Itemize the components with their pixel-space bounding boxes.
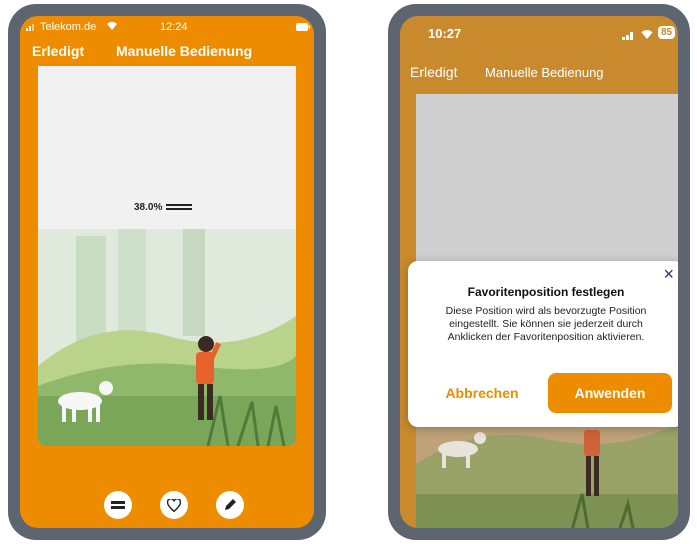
page-title: Manuelle Bedienung (116, 43, 253, 59)
close-icon[interactable]: × (663, 264, 674, 285)
position-label: 38.0% (134, 202, 163, 213)
favorite-dialog: × Favoritenposition festlegen Diese Posi… (408, 261, 678, 427)
position-indicator: 38.0% (134, 202, 193, 213)
status-bar: Telekom.de 12:24 (20, 16, 314, 38)
blind-preview[interactable]: 38.0% (38, 66, 296, 446)
carrier-label: Telekom.de (40, 21, 97, 33)
apply-button[interactable]: Anwenden (548, 373, 672, 413)
heart-icon (167, 498, 181, 512)
right-phone-screen: 10:27 85 Erledigt Manuelle Bedienung × F… (400, 16, 678, 528)
edit-button[interactable] (216, 491, 244, 519)
favorite-button[interactable] (160, 491, 188, 519)
pencil-icon (225, 499, 236, 510)
cancel-button[interactable]: Abbrechen (422, 373, 542, 413)
left-phone-screen: Telekom.de 12:24 Erledigt Manuelle Bedie… (20, 16, 314, 528)
signal-icon (26, 22, 38, 34)
right-phone-frame: 10:27 85 Erledigt Manuelle Bedienung × F… (388, 4, 690, 540)
nav-bar: Erledigt Manuelle Bedienung (20, 38, 314, 64)
drag-handle-icon[interactable] (166, 202, 193, 213)
left-phone-frame: Telekom.de 12:24 Erledigt Manuelle Bedie… (8, 4, 326, 540)
equals-icon (111, 501, 125, 509)
status-bar: 10:27 85 (400, 16, 678, 42)
blind-shade[interactable]: 38.0% (38, 66, 296, 229)
done-button[interactable]: Erledigt (410, 64, 457, 80)
wifi-icon (640, 27, 654, 42)
battery-icon (296, 22, 310, 34)
battery-icon: 85 (658, 26, 676, 39)
nav-bar: Erledigt Manuelle Bedienung (400, 60, 678, 84)
stop-button[interactable] (104, 491, 132, 519)
signal-icon (622, 28, 636, 43)
clock-label: 10:27 (428, 26, 462, 41)
clock-label: 12:24 (160, 21, 188, 33)
dialog-body: Diese Position wird als bevorzugte Posit… (445, 305, 647, 343)
wifi-icon (106, 21, 118, 33)
dialog-title: Favoritenposition festlegen (467, 285, 625, 299)
page-title: Manuelle Bedienung (485, 65, 604, 80)
done-button[interactable]: Erledigt (32, 43, 84, 59)
